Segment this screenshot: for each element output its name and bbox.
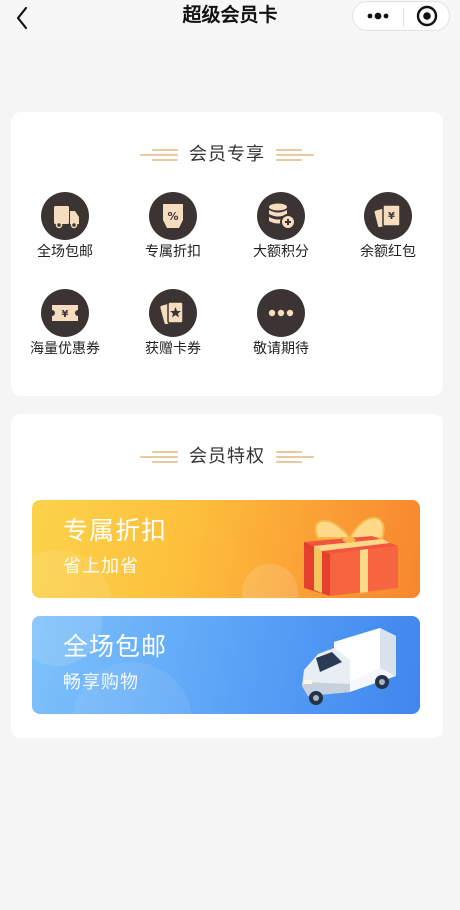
coin-stack-icon xyxy=(269,203,296,230)
banner-exclusive-discount[interactable]: 专属折扣 省上加省 xyxy=(32,500,420,598)
title-decoration-right xyxy=(276,148,314,162)
feature-icon-bg xyxy=(257,192,305,240)
title-decoration-right xyxy=(276,450,314,464)
feature-icon-bg: ¥ xyxy=(364,192,412,240)
feature-label: 全场包邮 xyxy=(37,244,93,260)
member-privilege-card: 会员特权 专属折扣 省上加省 全场包邮 畅享购物 xyxy=(11,414,443,738)
feature-big-points[interactable]: 大额积分 xyxy=(238,192,324,272)
section-header-privilege: 会员特权 xyxy=(11,445,443,469)
feature-exclusive-discount[interactable]: % 专属折扣 xyxy=(130,192,216,272)
close-mini-program-button[interactable] xyxy=(405,2,449,30)
feature-label: 海量优惠券 xyxy=(30,341,100,357)
section-header-exclusive: 会员专享 xyxy=(11,143,443,167)
delivery-van-icon xyxy=(302,628,396,705)
feature-balance-red-packet[interactable]: ¥ 余额红包 xyxy=(345,192,431,272)
capsule-divider xyxy=(403,8,404,26)
more-dots-icon xyxy=(367,12,389,20)
feature-coming-soon[interactable]: 敬请期待 xyxy=(238,289,324,369)
navigation-bar: 超级会员卡 xyxy=(0,0,460,40)
truck-icon xyxy=(54,206,79,229)
svg-text:¥: ¥ xyxy=(62,309,69,320)
feature-label: 大额积分 xyxy=(253,244,309,260)
coupon-icon: ¥ xyxy=(52,305,78,321)
feature-icon-bg xyxy=(149,289,197,337)
feature-icon-bg: % xyxy=(149,192,197,240)
feature-icon-bg xyxy=(257,289,305,337)
member-exclusive-card: 会员专享 全场包邮 % 专属折扣 大额积分 ¥ 余额红包 ¥ 海量优惠券 获赠卡… xyxy=(11,112,443,396)
banner-free-shipping[interactable]: 全场包邮 畅享购物 xyxy=(32,616,420,714)
banner-title: 专属折扣 xyxy=(63,516,168,545)
red-envelope-icon: ¥ xyxy=(374,204,401,228)
gift-ticket-icon xyxy=(160,301,184,325)
feature-free-shipping[interactable]: 全场包邮 xyxy=(22,192,108,272)
more-button[interactable] xyxy=(353,2,403,30)
more-dots-icon xyxy=(268,309,294,317)
feature-label: 余额红包 xyxy=(360,244,416,260)
section-title: 会员特权 xyxy=(189,446,265,467)
svg-text:¥: ¥ xyxy=(388,211,395,222)
title-decoration-left xyxy=(140,450,178,464)
section-title: 会员专享 xyxy=(189,144,265,165)
feature-massive-coupons[interactable]: ¥ 海量优惠券 xyxy=(22,289,108,369)
gift-box-icon xyxy=(304,516,398,596)
banner-subtitle: 畅享购物 xyxy=(63,672,139,693)
feature-label: 获赠卡券 xyxy=(145,341,201,357)
feature-bonus-vouchers[interactable]: 获赠卡券 xyxy=(130,289,216,369)
percent-tag-icon: % xyxy=(163,204,183,228)
banner-subtitle: 省上加省 xyxy=(63,556,139,577)
title-decoration-left xyxy=(140,148,178,162)
feature-label: 专属折扣 xyxy=(145,244,201,260)
svg-text:%: % xyxy=(167,210,178,223)
feature-label: 敬请期待 xyxy=(253,341,309,357)
banner-title: 全场包邮 xyxy=(63,632,168,661)
target-circle-icon xyxy=(416,5,438,27)
feature-icon-bg xyxy=(41,192,89,240)
feature-icon-bg: ¥ xyxy=(41,289,89,337)
mini-program-capsule xyxy=(352,1,450,31)
